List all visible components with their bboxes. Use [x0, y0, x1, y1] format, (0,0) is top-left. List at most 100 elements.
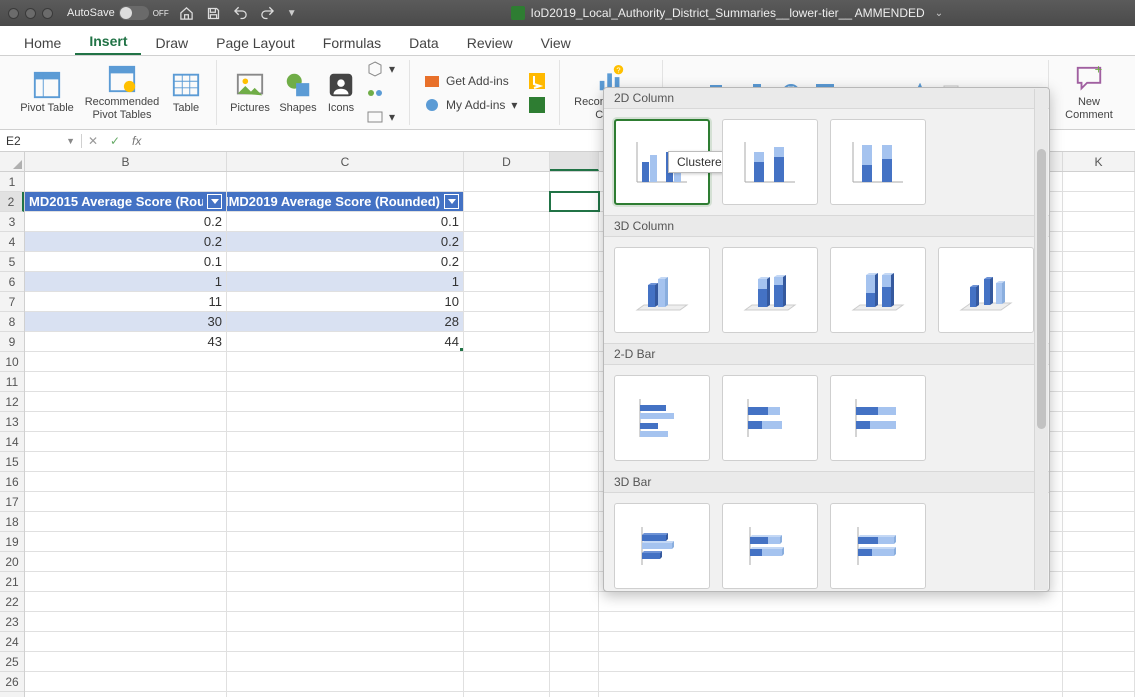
cell[interactable]: [464, 632, 550, 651]
cell[interactable]: [599, 592, 1063, 611]
pivot-table-button[interactable]: Pivot Table: [14, 68, 80, 116]
cell[interactable]: [550, 492, 599, 511]
row-header[interactable]: 1: [0, 172, 24, 192]
cell[interactable]: [1063, 352, 1135, 371]
cell[interactable]: [550, 672, 599, 691]
cell[interactable]: [1063, 672, 1135, 691]
cell[interactable]: [1063, 592, 1135, 611]
cell[interactable]: [25, 172, 227, 191]
col-header-b[interactable]: B: [25, 152, 227, 171]
cell[interactable]: [550, 352, 599, 371]
cell[interactable]: [464, 572, 550, 591]
cell[interactable]: [464, 412, 550, 431]
cell[interactable]: [550, 232, 599, 251]
stacked-column-thumb[interactable]: [722, 119, 818, 205]
chevron-down-icon[interactable]: ▼: [66, 136, 75, 146]
3d-clustered-bar-thumb[interactable]: [614, 503, 710, 589]
cell[interactable]: [550, 332, 599, 351]
cell[interactable]: [550, 272, 599, 291]
autosave-switch-icon[interactable]: [119, 6, 149, 20]
cell[interactable]: 0.2: [25, 232, 227, 251]
people-button[interactable]: [529, 95, 545, 115]
filter-icon[interactable]: [207, 194, 222, 209]
cell[interactable]: [1063, 692, 1135, 697]
row-header[interactable]: 15: [0, 452, 24, 472]
close-dot[interactable]: [8, 8, 19, 19]
cell[interactable]: [464, 352, 550, 371]
col-header-e[interactable]: [550, 152, 599, 171]
enter-formula-icon[interactable]: ✓: [104, 134, 126, 148]
cell[interactable]: [1063, 452, 1135, 471]
cell[interactable]: [1063, 572, 1135, 591]
pictures-button[interactable]: Pictures: [225, 68, 275, 116]
cell[interactable]: [25, 452, 227, 471]
cell[interactable]: 0.2: [227, 232, 464, 251]
cell[interactable]: 0.2: [227, 252, 464, 271]
cell[interactable]: [550, 572, 599, 591]
cell[interactable]: [1063, 292, 1135, 311]
row-header[interactable]: 21: [0, 572, 24, 592]
cell[interactable]: [227, 472, 464, 491]
fx-icon[interactable]: fx: [126, 134, 147, 148]
cell[interactable]: [464, 552, 550, 571]
cell[interactable]: [25, 512, 227, 531]
row-header[interactable]: 3: [0, 212, 24, 232]
tab-home[interactable]: Home: [10, 29, 75, 55]
cell[interactable]: [1063, 632, 1135, 651]
cell[interactable]: [464, 672, 550, 691]
cell[interactable]: [464, 232, 550, 251]
cell[interactable]: [550, 252, 599, 271]
cell[interactable]: [550, 532, 599, 551]
save-icon[interactable]: [206, 6, 221, 21]
100-stacked-column-thumb[interactable]: [830, 119, 926, 205]
cell[interactable]: [464, 392, 550, 411]
row-header[interactable]: 19: [0, 532, 24, 552]
cell[interactable]: [227, 632, 464, 651]
screenshot-button[interactable]: ▾: [367, 107, 395, 127]
3d-100-stacked-bar-thumb[interactable]: [830, 503, 926, 589]
cell[interactable]: [25, 552, 227, 571]
cell[interactable]: [25, 612, 227, 631]
filter-icon[interactable]: [444, 194, 459, 209]
cell[interactable]: [550, 632, 599, 651]
name-box[interactable]: E2 ▼: [0, 134, 82, 148]
row-header[interactable]: 25: [0, 652, 24, 672]
cell[interactable]: [227, 672, 464, 691]
cell[interactable]: [1063, 412, 1135, 431]
col-header-d[interactable]: D: [464, 152, 550, 171]
cell[interactable]: [227, 492, 464, 511]
col-header-k[interactable]: K: [1063, 152, 1135, 171]
cell[interactable]: [227, 392, 464, 411]
cell[interactable]: [464, 452, 550, 471]
cell[interactable]: [227, 532, 464, 551]
undo-icon[interactable]: [233, 6, 248, 21]
row-header[interactable]: 16: [0, 472, 24, 492]
col-header-c[interactable]: C: [227, 152, 464, 171]
cell[interactable]: [464, 532, 550, 551]
tab-data[interactable]: Data: [395, 29, 453, 55]
cell[interactable]: [25, 432, 227, 451]
cell[interactable]: [599, 632, 1063, 651]
new-comment-button[interactable]: + New Comment: [1057, 62, 1121, 122]
cell[interactable]: [464, 172, 550, 191]
cell[interactable]: [464, 592, 550, 611]
row-header[interactable]: 9: [0, 332, 24, 352]
cell[interactable]: [464, 492, 550, 511]
row-header[interactable]: 11: [0, 372, 24, 392]
cell[interactable]: [550, 372, 599, 391]
home-icon[interactable]: [179, 6, 194, 21]
cell[interactable]: [25, 372, 227, 391]
cell[interactable]: [550, 472, 599, 491]
cell[interactable]: [464, 252, 550, 271]
3d-column-thumb[interactable]: [938, 247, 1034, 333]
cell[interactable]: [25, 672, 227, 691]
cell[interactable]: 1: [227, 272, 464, 291]
cell[interactable]: [1063, 172, 1135, 191]
cell[interactable]: [464, 192, 550, 211]
cell[interactable]: [550, 652, 599, 671]
tab-page-layout[interactable]: Page Layout: [202, 29, 309, 55]
cell[interactable]: [1063, 652, 1135, 671]
cell[interactable]: [227, 612, 464, 631]
row-headers[interactable]: 1234567891011121314151617181920212223242…: [0, 172, 25, 697]
minimize-dot[interactable]: [25, 8, 36, 19]
